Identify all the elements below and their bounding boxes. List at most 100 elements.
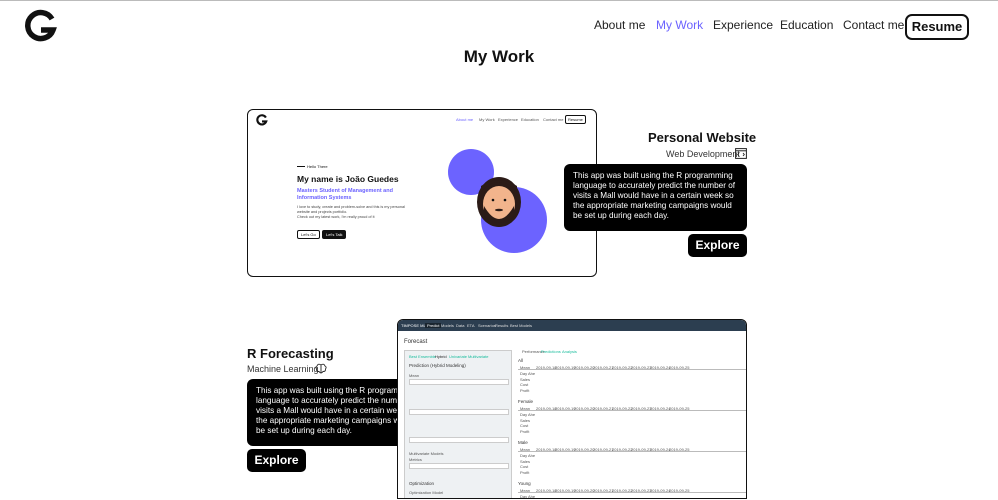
project-tooltip: This app was built using the R programmi… bbox=[564, 164, 747, 231]
explore-button[interactable]: Explore bbox=[688, 234, 747, 257]
project-title: R Forecasting bbox=[247, 346, 334, 361]
preview-header-cell: 2019-09-22 bbox=[612, 447, 633, 452]
preview-table-row: Cost bbox=[520, 423, 529, 428]
preview-table-row: Day Ahe bbox=[520, 453, 536, 458]
preview-header-cell: 2019-09-22 bbox=[612, 365, 633, 370]
preview-forecast-tables: All Mean 2019-09-18 2019-09-19 2019-09-20 201… bbox=[518, 358, 746, 499]
preview-lets-talk-button: Let's Talk bbox=[322, 230, 347, 239]
preview-subtab: Multivariate bbox=[468, 354, 489, 359]
preview-nav-item: My Work bbox=[479, 117, 495, 122]
preview-nav-item: Experience bbox=[498, 117, 519, 122]
preview-header-cell: 2019-09-19 bbox=[555, 406, 576, 411]
preview-header-cell: 2019-09-23 bbox=[631, 365, 652, 370]
preview-header-cell: 2019-09-20 bbox=[574, 406, 595, 411]
preview-select bbox=[409, 379, 509, 385]
preview-tab: Models bbox=[441, 323, 454, 328]
site-logo[interactable] bbox=[24, 9, 58, 43]
preview-header-cell: Mean bbox=[520, 488, 531, 493]
preview-panel-title: Prediction (Hybrid Modeling) bbox=[409, 363, 466, 368]
preview-header-cell: 2019-09-21 bbox=[593, 365, 614, 370]
preview-header-cell: 2019-09-19 bbox=[555, 365, 576, 370]
preview-header-cell: 2019-09-20 bbox=[574, 488, 595, 493]
resume-button[interactable]: Resume bbox=[905, 14, 969, 40]
nav-my-work[interactable]: My Work bbox=[656, 18, 703, 32]
preview-table-header: Mean 2019-09-18 2019-09-19 2019-09-20 2019-0… bbox=[518, 488, 746, 493]
preview-resume-button: Resume bbox=[565, 115, 586, 124]
preview-table-row: Sales bbox=[520, 417, 531, 423]
preview-tab: Predict bbox=[425, 323, 442, 328]
brain-icon bbox=[315, 363, 327, 374]
preview-header-cell: 2019-09-24 bbox=[650, 365, 671, 370]
page-title: My Work bbox=[463, 47, 535, 66]
preview-select bbox=[409, 463, 509, 469]
preview-tab: Results bbox=[495, 323, 509, 328]
preview-table-row: Profit bbox=[520, 469, 530, 475]
r-forecasting-preview[interactable]: TIMPOSE ML Predict Models Data ETA Scena… bbox=[397, 319, 747, 499]
preview-subtab: Best Ensemble bbox=[409, 354, 436, 359]
preview-sidebar-panel: Best Ensemble Hybrid Univariate Multivar… bbox=[404, 350, 512, 498]
preview-group-label: Male bbox=[518, 440, 528, 445]
personal-website-preview[interactable]: About me My Work Experience Education Co… bbox=[247, 109, 597, 277]
nav-experience[interactable]: Experience bbox=[713, 18, 773, 32]
preview-header-cell: 2019-09-21 bbox=[593, 488, 614, 493]
preview-select bbox=[409, 409, 509, 415]
nav-contact-me[interactable]: Contact me bbox=[843, 18, 904, 32]
preview-group-label: Young bbox=[518, 481, 531, 486]
preview-table-tab: Analysis bbox=[562, 349, 577, 354]
preview-table-tab: Predictions bbox=[541, 349, 561, 354]
preview-header-cell: Mean bbox=[520, 365, 531, 370]
preview-header-cell: 2019-09-22 bbox=[612, 488, 633, 493]
preview-table-row: Sales bbox=[520, 458, 531, 464]
preview-nav-item: Education bbox=[521, 117, 539, 122]
nav-about-me[interactable]: About me bbox=[594, 18, 645, 32]
preview-brand: TIMPOSE ML bbox=[401, 323, 426, 328]
preview-panel-field: Optimization bbox=[409, 481, 435, 486]
preview-header-cell: 2019-09-24 bbox=[650, 406, 671, 411]
preview-panel-field: Multivariate Models bbox=[409, 451, 444, 456]
preview-table-row: Day Ahe bbox=[520, 371, 536, 376]
preview-tab: Scenarios bbox=[478, 323, 496, 328]
nav-education[interactable]: Education bbox=[780, 18, 833, 32]
preview-nav-item: Contact me bbox=[543, 117, 564, 122]
preview-header-cell: 2019-09-18 bbox=[536, 488, 557, 493]
preview-table-row: Sales bbox=[520, 376, 531, 382]
project-title: Personal Website bbox=[648, 130, 757, 145]
preview-header-cell: 2019-09-24 bbox=[650, 447, 671, 452]
preview-topbar: TIMPOSE ML Predict Models Data ETA Scena… bbox=[398, 320, 746, 331]
explore-button[interactable]: Explore bbox=[247, 449, 306, 472]
preview-header-cell: 2019-09-25 bbox=[669, 365, 690, 370]
preview-table-row: Profit bbox=[520, 428, 530, 434]
preview-header-cell: 2019-09-25 bbox=[669, 488, 690, 493]
preview-table-header: Mean 2019-09-18 2019-09-19 2019-09-20 2019-0… bbox=[518, 447, 746, 452]
preview-header-cell: 2019-09-19 bbox=[555, 488, 576, 493]
preview-header-cell: 2019-09-24 bbox=[650, 488, 671, 493]
preview-header-cell: 2019-09-18 bbox=[536, 365, 557, 370]
preview-subtab: Univariate bbox=[449, 354, 468, 359]
preview-header-cell: 2019-09-19 bbox=[555, 447, 576, 452]
preview-group-label: All bbox=[518, 358, 524, 363]
preview-table-header: Mean 2019-09-18 2019-09-19 2019-09-20 2019-0… bbox=[518, 406, 746, 411]
avatar-illustration bbox=[448, 149, 547, 253]
preview-header-cell: 2019-09-21 bbox=[593, 406, 614, 411]
preview-hello: Hello There bbox=[297, 164, 328, 169]
preview-lets-go-button: Let's Go bbox=[297, 230, 320, 239]
preview-desc2: Check out my latest work, I'm really pro… bbox=[297, 215, 375, 219]
preview-table-row: Day Ahe bbox=[520, 412, 536, 417]
preview-header-cell: 2019-09-21 bbox=[593, 447, 614, 452]
project-category: Web Development bbox=[666, 149, 740, 159]
preview-header-cell: Mean bbox=[520, 447, 531, 452]
preview-table-row: Day Ahe bbox=[520, 494, 536, 499]
preview-header-cell: 2019-09-18 bbox=[536, 406, 557, 411]
preview-section-title: Forecast bbox=[404, 339, 428, 345]
preview-tab: ETA bbox=[467, 323, 475, 328]
preview-desc: I love to study, create and problem-solv… bbox=[297, 205, 405, 214]
preview-tab: Data bbox=[456, 323, 465, 328]
preview-degree: Masters Student of Management and Inform… bbox=[297, 188, 393, 201]
preview-header-cell: 2019-09-25 bbox=[669, 447, 690, 452]
preview-tab: Best Models bbox=[510, 323, 533, 328]
preview-table-row: Profit bbox=[520, 387, 530, 393]
preview-header-cell: 2019-09-25 bbox=[669, 406, 690, 411]
preview-header-cell: 2019-09-20 bbox=[574, 447, 595, 452]
preview-header-cell: 2019-09-23 bbox=[631, 447, 652, 452]
preview-header-cell: 2019-09-18 bbox=[536, 447, 557, 452]
